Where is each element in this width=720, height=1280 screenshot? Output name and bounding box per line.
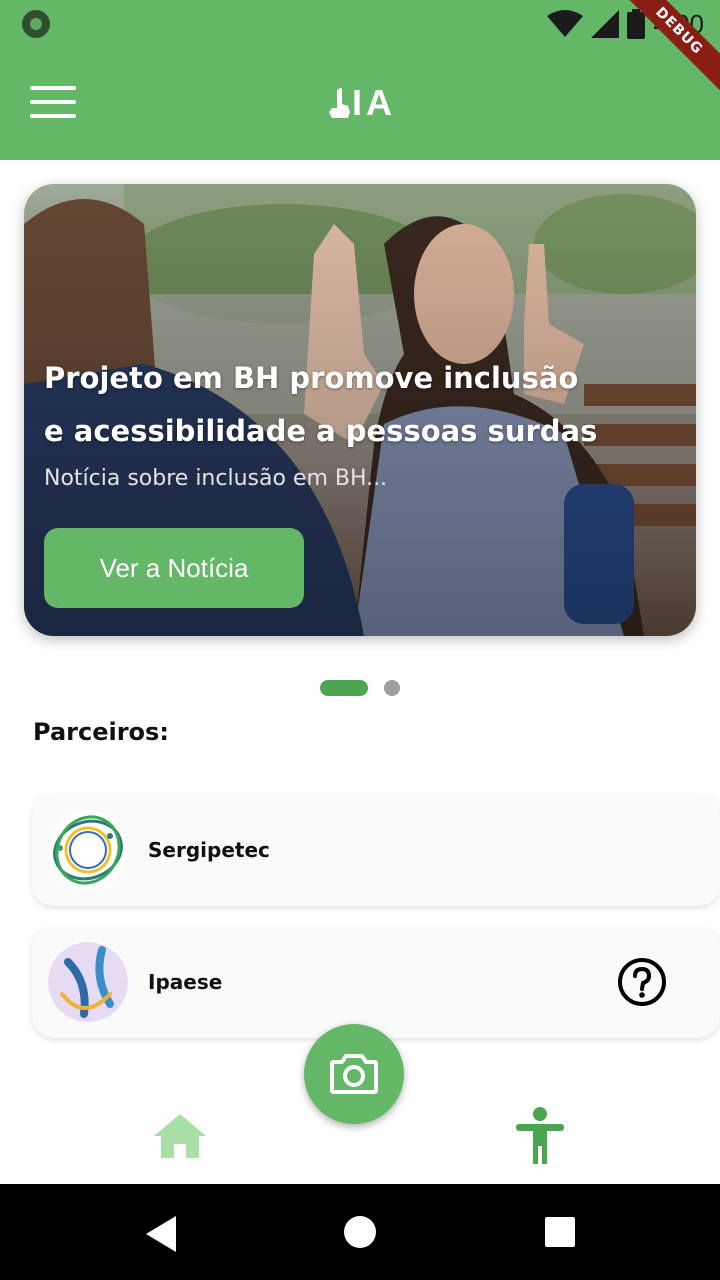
wifi-icon <box>547 10 584 37</box>
status-bar: 4:00 DEBUG <box>0 0 720 101</box>
carousel-indicator <box>320 680 400 696</box>
home-button-icon[interactable] <box>344 1216 376 1248</box>
menu-button[interactable] <box>30 86 82 122</box>
partners-section-title: Parceiros: <box>33 718 169 746</box>
menu-line <box>30 114 76 118</box>
view-news-button[interactable]: Ver a Notícia <box>44 528 304 608</box>
home-icon[interactable] <box>150 1110 210 1160</box>
news-subtitle: Notícia sobre inclusão em BH... <box>44 466 388 491</box>
sergipetec-logo-icon <box>48 810 128 890</box>
app-logo-text: IA <box>352 82 396 123</box>
menu-line <box>30 100 76 104</box>
accessibility-icon[interactable] <box>510 1106 570 1166</box>
notification-dot-icon <box>22 10 50 38</box>
hand-sign-icon <box>329 88 350 118</box>
indicator-active-dot[interactable] <box>320 680 368 696</box>
camera-icon <box>330 1054 378 1094</box>
cell-signal-icon <box>591 10 620 38</box>
ipaese-logo-icon <box>48 942 128 1022</box>
question-circle-icon[interactable] <box>616 956 668 1008</box>
partner-name: Ipaese <box>148 970 223 994</box>
system-navigation-bar <box>0 1184 720 1280</box>
app-bar: IA <box>0 48 720 160</box>
news-carousel-card[interactable]: Projeto em BH promove inclusão e acessib… <box>24 184 696 636</box>
camera-button[interactable] <box>304 1024 404 1124</box>
partner-card-sergipetec[interactable]: Sergipetec <box>32 794 720 906</box>
menu-line <box>30 86 76 90</box>
indicator-dot[interactable] <box>384 680 400 696</box>
news-title: Projeto em BH promove inclusão e acessib… <box>44 361 598 448</box>
recent-apps-icon[interactable] <box>545 1217 575 1247</box>
partner-name: Sergipetec <box>148 838 270 862</box>
back-icon[interactable] <box>142 1214 182 1254</box>
app-logo: IA <box>326 78 396 128</box>
partner-card-ipaese[interactable]: Ipaese <box>32 926 720 1038</box>
